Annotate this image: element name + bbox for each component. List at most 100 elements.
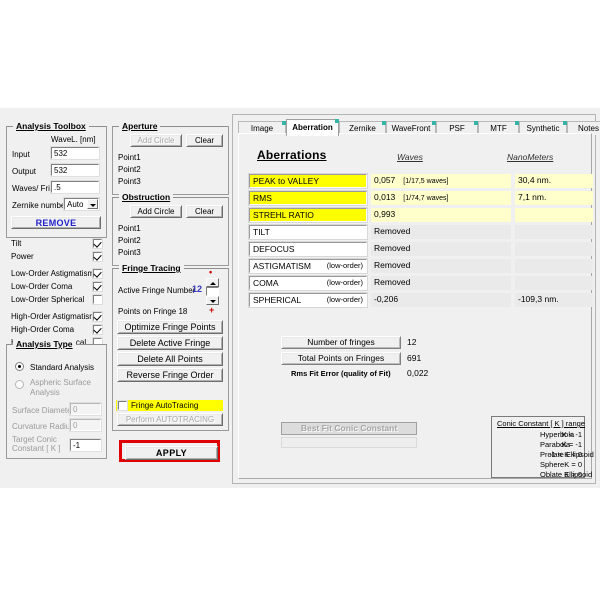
row-label-text: PEAK to VALLEY <box>253 176 319 186</box>
conic-legend-row: K = 0 Sphere <box>496 460 582 470</box>
checkbox-power[interactable] <box>93 252 102 261</box>
checkbox-high-order-coma[interactable] <box>93 325 102 334</box>
curvature-radius-field[interactable]: 0 <box>70 419 101 431</box>
surface-diameter-field[interactable]: 0 <box>70 403 101 415</box>
add-point-plus-icon[interactable]: + <box>209 305 214 315</box>
row-label-defocus[interactable]: DEFOCUS <box>249 242 367 256</box>
fringe-spinner-down-icon[interactable] <box>206 296 219 305</box>
perform-autotracing-button[interactable]: Perform AUTOTRACING <box>117 413 223 426</box>
fringe-tracing-group: Fringe Tracing • Active Fringe Number 12… <box>112 268 229 431</box>
analysis-toolbox-title: Analysis Toolbox <box>13 121 89 131</box>
obstruction-point-1[interactable]: Point1 <box>118 224 141 233</box>
chevron-down-icon[interactable] <box>87 199 98 209</box>
obstruction-point-3[interactable]: Point3 <box>118 248 141 257</box>
conic-legend-row: -1 < K < 0 Prolate Ellipsoid <box>492 450 582 460</box>
row-label-coma[interactable]: COMA (low-order) <box>249 276 367 290</box>
row-label-text: SPHERICAL <box>253 295 301 305</box>
radio-aspheric-surface-analysis[interactable] <box>15 380 24 389</box>
optimize-fringe-points-button[interactable]: Optimize Fringe Points <box>117 320 223 334</box>
checkbox-low-order-coma[interactable] <box>93 282 102 291</box>
table-row: DEFOCUS Removed <box>249 242 583 257</box>
aperture-clear-button[interactable]: Clear <box>186 134 223 147</box>
fringe-spinner-value[interactable] <box>206 287 219 296</box>
aperture-point-3[interactable]: Point3 <box>118 177 141 186</box>
total-points-on-fringes-button[interactable]: Total Points on Fringes <box>281 352 401 365</box>
checkbox-high-order-astigmatism[interactable] <box>93 312 102 321</box>
number-of-fringes-button[interactable]: Number of fringes <box>281 336 401 349</box>
reverse-fringe-order-button[interactable]: Reverse Fringe Order <box>117 368 223 382</box>
fringe-tracing-title: Fringe Tracing <box>119 263 184 273</box>
row-value-number: Removed <box>374 260 410 270</box>
active-fringe-number-label: Active Fringe Number <box>118 286 195 295</box>
apply-button[interactable]: APPLY <box>125 446 218 460</box>
row-label-astigmatism[interactable]: ASTIGMATISM (low-order) <box>249 259 367 273</box>
row-value-paren: [1/74,7 waves] <box>403 195 448 202</box>
aperture-point-1[interactable]: Point1 <box>118 153 141 162</box>
row-label-peak-to-valley[interactable]: PEAK to VALLEY <box>249 174 367 188</box>
obstruction-group: Obstruction Add Circle Clear Point1 Poin… <box>112 197 229 266</box>
fringe-dot-marker: • <box>209 267 212 277</box>
output-wavelength-field[interactable]: 532 <box>51 164 99 176</box>
radio-label-aspheric-line2: Analysis <box>30 388 60 397</box>
row-value-waves: 0,013[1/74,7 waves] <box>371 191 511 205</box>
best-fit-conic-constant-field[interactable] <box>281 437 417 448</box>
row-value-waves: Removed <box>371 225 511 239</box>
fringe-autotracing-row: Fringe AutoTracing <box>116 400 223 411</box>
fringe-spinner-up-icon[interactable] <box>206 278 219 287</box>
table-row: PEAK to VALLEY 0,057[1/17,5 waves] 30,4 … <box>249 174 583 189</box>
tab-mtf-label: MTF <box>490 124 506 133</box>
row-value-waves: Removed <box>371 259 511 273</box>
remove-button[interactable]: REMOVE <box>11 216 101 229</box>
obstruction-add-circle-button[interactable]: Add Circle <box>130 205 182 218</box>
row-value-nanometers <box>515 208 593 222</box>
conic-name-oblate-ellipsoid: Oblate Ellipsoid <box>540 470 592 479</box>
input-wavelength-field[interactable]: 532 <box>51 147 99 159</box>
apply-button-highlight-frame: APPLY <box>119 440 220 462</box>
checkbox-label-high-order-astigmatism: High-Order Astigmatism <box>11 312 96 321</box>
row-value-nanometers: 7,1 nm. <box>515 191 593 205</box>
row-label-tilt[interactable]: TILT <box>249 225 367 239</box>
checkbox-fringe-autotracing[interactable] <box>118 401 127 410</box>
target-conic-constant-field[interactable]: -1 <box>70 439 101 451</box>
analysis-toolbox-group: Analysis Toolbox WaveL. [nm] Input 532 O… <box>6 126 107 238</box>
delete-active-fringe-button[interactable]: Delete Active Fringe <box>117 336 223 350</box>
waves-per-fringe-field[interactable]: .5 <box>51 181 99 193</box>
checkbox-label-low-order-spherical: Low-Order Spherical <box>11 295 84 304</box>
zernike-number-select[interactable]: Auto <box>64 198 99 210</box>
best-fit-conic-constant-button[interactable]: Best Fit Conic Constant <box>281 422 417 435</box>
zernike-number-label: Zernike number <box>12 201 68 210</box>
row-value-number: 0,057 <box>374 175 395 185</box>
tab-aberration[interactable]: Aberration <box>286 119 339 136</box>
table-row: STREHL RATIO 0,993 <box>249 208 583 223</box>
table-row: RMS 0,013[1/74,7 waves] 7,1 nm. <box>249 191 583 206</box>
row-value-number: Removed <box>374 243 410 253</box>
conic-name-parabola: Parabola <box>540 440 570 449</box>
row-value-waves: 0,057 [1/17,5 waves] <box>371 174 511 188</box>
row-value-nanometers <box>515 276 593 290</box>
checkbox-low-order-astigmatism[interactable] <box>93 269 102 278</box>
radio-standard-analysis[interactable] <box>15 362 24 371</box>
row-value-waves: Removed <box>371 276 511 290</box>
curvature-radius-label: Curvature Radius <box>12 422 74 431</box>
obstruction-title: Obstruction <box>119 192 173 202</box>
checkbox-tilt[interactable] <box>93 239 102 248</box>
aperture-add-circle-button[interactable]: Add Circle <box>130 134 182 147</box>
aperture-point-2[interactable]: Point2 <box>118 165 141 174</box>
row-label-spherical[interactable]: SPHERICAL (low-order) <box>249 293 367 307</box>
row-value-waves: -0,206 <box>371 293 511 307</box>
tab-wavefront-label: WaveFront <box>392 124 431 133</box>
row-value-paren: [1/17,5 waves] <box>403 178 448 185</box>
row-label-rms[interactable]: RMS <box>249 191 367 205</box>
obstruction-point-2[interactable]: Point2 <box>118 236 141 245</box>
row-label-order: (low-order) <box>327 277 363 289</box>
row-value-number: Removed <box>374 277 410 287</box>
obstruction-clear-button[interactable]: Clear <box>186 205 223 218</box>
aberrations-heading: Aberrations <box>257 148 327 162</box>
checkbox-low-order-spherical[interactable] <box>93 295 102 304</box>
conic-name-sphere: Sphere <box>540 460 564 469</box>
column-header-nanometers: NanoMeters <box>507 152 553 162</box>
delete-all-points-button[interactable]: Delete All Points <box>117 352 223 366</box>
row-label-strehl-ratio[interactable]: STREHL RATIO <box>249 208 367 222</box>
wavelength-header: WaveL. [nm] <box>51 135 96 144</box>
checkbox-label-low-order-astigmatism: Low-Order Astigmatism <box>11 269 94 278</box>
